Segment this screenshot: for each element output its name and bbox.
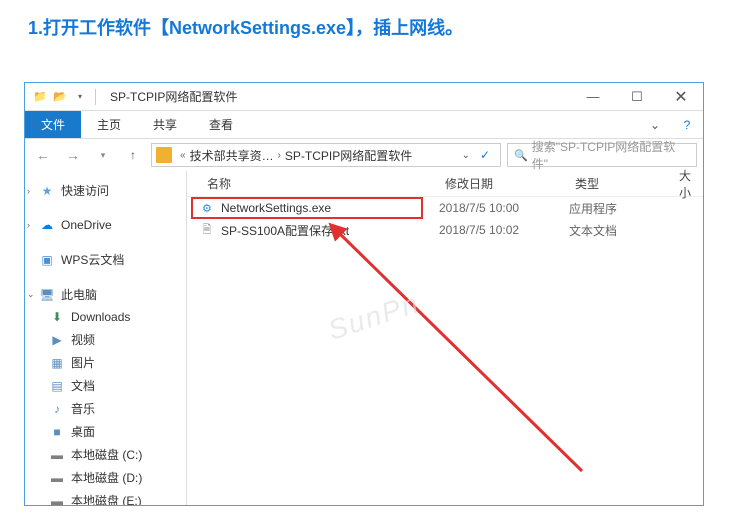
desktop-icon: ■ [49,424,65,440]
breadcrumb[interactable]: « 技术部共享资… › SP-TCPIP网络配置软件 ⌄ ✓ [151,143,501,167]
monitor-icon: 🖥 [39,287,55,303]
nav-recent-dropdown[interactable]: ▾ [91,143,115,167]
address-bar-row: ← → ▾ ↑ « 技术部共享资… › SP-TCPIP网络配置软件 ⌄ ✓ 🔍… [25,139,703,171]
window-title: SP-TCPIP网络配置软件 [110,88,237,105]
nav-forward-button[interactable]: → [61,143,85,167]
sidebar-item-documents[interactable]: ▤文档 [25,374,186,397]
refresh-icon[interactable]: ✓ [474,148,496,162]
search-icon: 🔍 [514,149,528,162]
sidebar-item-drive-e[interactable]: ▬本地磁盘 (E:) [25,489,186,505]
column-header-size[interactable]: 大小 [671,167,703,201]
drive-icon: ▬ [49,447,65,463]
sidebar-item-quick-access[interactable]: ›★快速访问 [25,179,186,202]
navigation-sidebar: ›★快速访问 ›☁OneDrive ▣WPS云文档 ⌄🖥此电脑 ⬇Downloa… [25,171,187,505]
nav-up-button[interactable]: ↑ [121,143,145,167]
separator [95,89,96,105]
help-icon[interactable]: ? [671,111,703,138]
chevron-down-icon[interactable]: ⌄ [27,289,35,300]
sidebar-item-wps[interactable]: ▣WPS云文档 [25,248,186,271]
column-header-name[interactable]: 名称 [187,175,437,192]
chevron-right-icon[interactable]: › [278,150,281,161]
folder-open-icon: 📂 [51,88,69,106]
watermark: SunPn [324,287,423,347]
chevron-right-icon[interactable]: « [180,150,186,161]
window-controls: — ☐ ✕ [571,83,703,111]
drive-icon: ▬ [49,470,65,486]
document-icon: ▤ [49,378,65,394]
explorer-window: 📁 📂 ▾ SP-TCPIP网络配置软件 — ☐ ✕ 文件 主页 共享 查看 ⌄… [24,82,704,506]
star-icon: ★ [39,183,55,199]
step-title: 1.打开工作软件【NetworkSettings.exe】，插上网线。 [0,0,750,48]
sidebar-item-drive-c[interactable]: ▬本地磁盘 (C:) [25,443,186,466]
dropdown-icon[interactable]: ▾ [71,88,89,106]
music-icon: ♪ [49,401,65,417]
sidebar-item-thispc[interactable]: ⌄🖥此电脑 [25,283,186,306]
ribbon-tabs: 文件 主页 共享 查看 ⌄ ? [25,111,703,139]
tab-share[interactable]: 共享 [137,111,193,138]
picture-icon: ▦ [49,355,65,371]
file-date: 2018/7/5 10:02 [439,223,569,237]
column-header-date[interactable]: 修改日期 [437,175,567,192]
file-row[interactable]: ⚙ NetworkSettings.exe 2018/7/5 10:00 应用程… [187,197,703,219]
sidebar-item-desktop[interactable]: ■桌面 [25,420,186,443]
quick-access-toolbar: 📁 📂 ▾ [25,88,106,106]
sidebar-item-onedrive[interactable]: ›☁OneDrive [25,214,186,236]
file-list-pane: 名称 修改日期 类型 大小 ⚙ NetworkSettings.exe 2018… [187,171,703,505]
video-icon: ▶ [49,332,65,348]
search-placeholder: 搜索"SP-TCPIP网络配置软件" [532,138,690,172]
column-header-type[interactable]: 类型 [567,175,671,192]
exe-icon: ⚙ [199,200,215,216]
file-date: 2018/7/5 10:00 [439,201,569,215]
chevron-right-icon[interactable]: › [27,220,30,230]
tab-home[interactable]: 主页 [81,111,137,138]
content-area: ›★快速访问 ›☁OneDrive ▣WPS云文档 ⌄🖥此电脑 ⬇Downloa… [25,171,703,505]
download-icon: ⬇ [49,309,65,325]
txt-icon: 🗎 [199,222,215,238]
sidebar-item-videos[interactable]: ▶视频 [25,328,186,351]
file-row[interactable]: 🗎 SP-SS100A配置保存.txt 2018/7/5 10:02 文本文档 [187,219,703,241]
maximize-button[interactable]: ☐ [615,83,659,111]
file-name: SP-SS100A配置保存.txt [221,222,439,239]
ribbon-right: ⌄ ? [639,111,703,138]
expand-ribbon-icon[interactable]: ⌄ [639,111,671,138]
sidebar-item-downloads[interactable]: ⬇Downloads [25,306,186,328]
minimize-button[interactable]: — [571,83,615,111]
tab-file[interactable]: 文件 [25,111,81,138]
breadcrumb-segment[interactable]: 技术部共享资… [190,147,274,164]
sidebar-item-pictures[interactable]: ▦图片 [25,351,186,374]
close-button[interactable]: ✕ [659,83,703,111]
folder-icon [156,147,172,163]
folder-icon: 📁 [31,88,49,106]
sidebar-item-music[interactable]: ♪音乐 [25,397,186,420]
wps-icon: ▣ [39,252,55,268]
search-input[interactable]: 🔍 搜索"SP-TCPIP网络配置软件" [507,143,697,167]
cloud-icon: ☁ [39,217,55,233]
drive-icon: ▬ [49,493,65,506]
file-type: 应用程序 [569,200,679,217]
column-headers: 名称 修改日期 类型 大小 [187,171,703,197]
chevron-right-icon[interactable]: › [27,186,30,196]
breadcrumb-dropdown-icon[interactable]: ⌄ [458,150,474,161]
file-type: 文本文档 [569,222,679,239]
breadcrumb-segment[interactable]: SP-TCPIP网络配置软件 [285,147,412,164]
tab-view[interactable]: 查看 [193,111,249,138]
file-name: NetworkSettings.exe [221,201,439,215]
nav-back-button[interactable]: ← [31,143,55,167]
sidebar-item-drive-d[interactable]: ▬本地磁盘 (D:) [25,466,186,489]
window-titlebar: 📁 📂 ▾ SP-TCPIP网络配置软件 — ☐ ✕ [25,83,703,111]
